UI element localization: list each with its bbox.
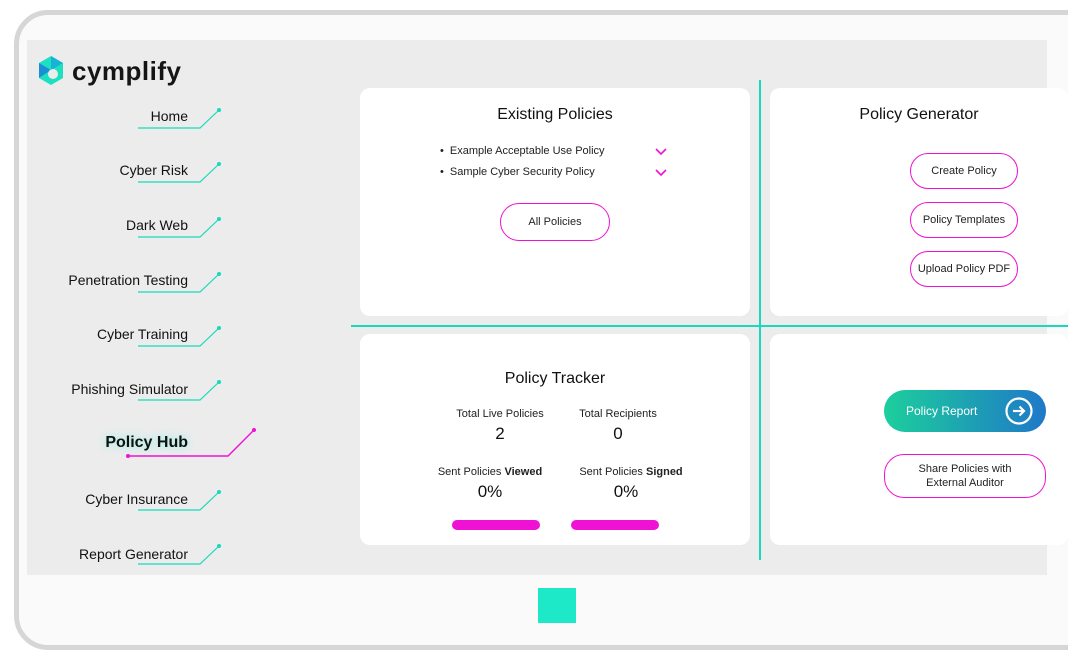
total-live-label: Total Live Policies bbox=[456, 408, 544, 420]
share-line-1: Share Policies with bbox=[918, 462, 1012, 475]
share-policies-button[interactable]: Share Policies with External Auditor bbox=[884, 454, 1046, 498]
sidebar-circuit-lines bbox=[126, 108, 256, 565]
sent-viewed-label-strong: Viewed bbox=[504, 466, 543, 478]
chevron-down-icon[interactable] bbox=[654, 168, 668, 178]
share-policies-label: Share Policies with External Auditor bbox=[919, 462, 1012, 491]
policy-report-button[interactable]: Policy Report bbox=[884, 390, 1046, 432]
sent-viewed-label-prefix: Sent Policies bbox=[437, 466, 505, 478]
monitor-stand bbox=[538, 588, 576, 623]
sent-signed-label-strong: Signed bbox=[645, 466, 683, 478]
horizontal-divider bbox=[351, 325, 1068, 327]
existing-policies-card: Existing Policies • Example Acceptable U… bbox=[360, 88, 750, 316]
create-policy-button[interactable]: Create Policy bbox=[910, 153, 1018, 189]
chevron-down-icon[interactable] bbox=[654, 147, 668, 157]
policy-generator-card: Policy Generator Create Policy Policy Te… bbox=[770, 88, 1068, 316]
bullet: • bbox=[440, 145, 444, 157]
share-line-2: External Auditor bbox=[926, 477, 1004, 489]
sent-viewed-label: Sent Policies Viewed bbox=[415, 466, 565, 478]
existing-policies-title: Existing Policies bbox=[497, 106, 613, 123]
sent-viewed-value: 0% bbox=[477, 482, 503, 501]
bullet: • bbox=[440, 166, 444, 178]
policy-list-item[interactable]: • Example Acceptable Use Policy bbox=[440, 145, 605, 157]
vertical-divider bbox=[759, 80, 761, 560]
policy-generator-title: Policy Generator bbox=[859, 106, 979, 123]
policy-tracker-card: Policy Tracker Total Live Policies 2 Tot… bbox=[360, 334, 750, 545]
reports-card: Policy Report Share Policies with Extern… bbox=[770, 334, 1068, 545]
policy-report-label: Policy Report bbox=[906, 404, 978, 418]
policy-name: Sample Cyber Security Policy bbox=[449, 166, 595, 178]
total-live-value: 2 bbox=[495, 424, 505, 443]
signed-progress-bar bbox=[571, 520, 659, 530]
total-recipients-value: 0 bbox=[613, 424, 623, 443]
sent-signed-label-prefix: Sent Policies bbox=[579, 466, 646, 478]
total-recipients-label: Total Recipients bbox=[579, 408, 657, 420]
policy-name: Example Acceptable Use Policy bbox=[449, 145, 605, 157]
policy-tracker-title: Policy Tracker bbox=[504, 370, 606, 387]
viewed-progress-bar bbox=[452, 520, 540, 530]
all-policies-button[interactable]: All Policies bbox=[500, 203, 610, 241]
sent-signed-label: Sent Policies Signed bbox=[556, 466, 706, 478]
sent-signed-value: 0% bbox=[613, 482, 639, 501]
arrow-right-circle-icon bbox=[1005, 397, 1033, 425]
upload-policy-pdf-button[interactable]: Upload Policy PDF bbox=[910, 251, 1018, 287]
policy-list-item[interactable]: • Sample Cyber Security Policy bbox=[440, 166, 595, 178]
policy-templates-button[interactable]: Policy Templates bbox=[910, 202, 1018, 238]
